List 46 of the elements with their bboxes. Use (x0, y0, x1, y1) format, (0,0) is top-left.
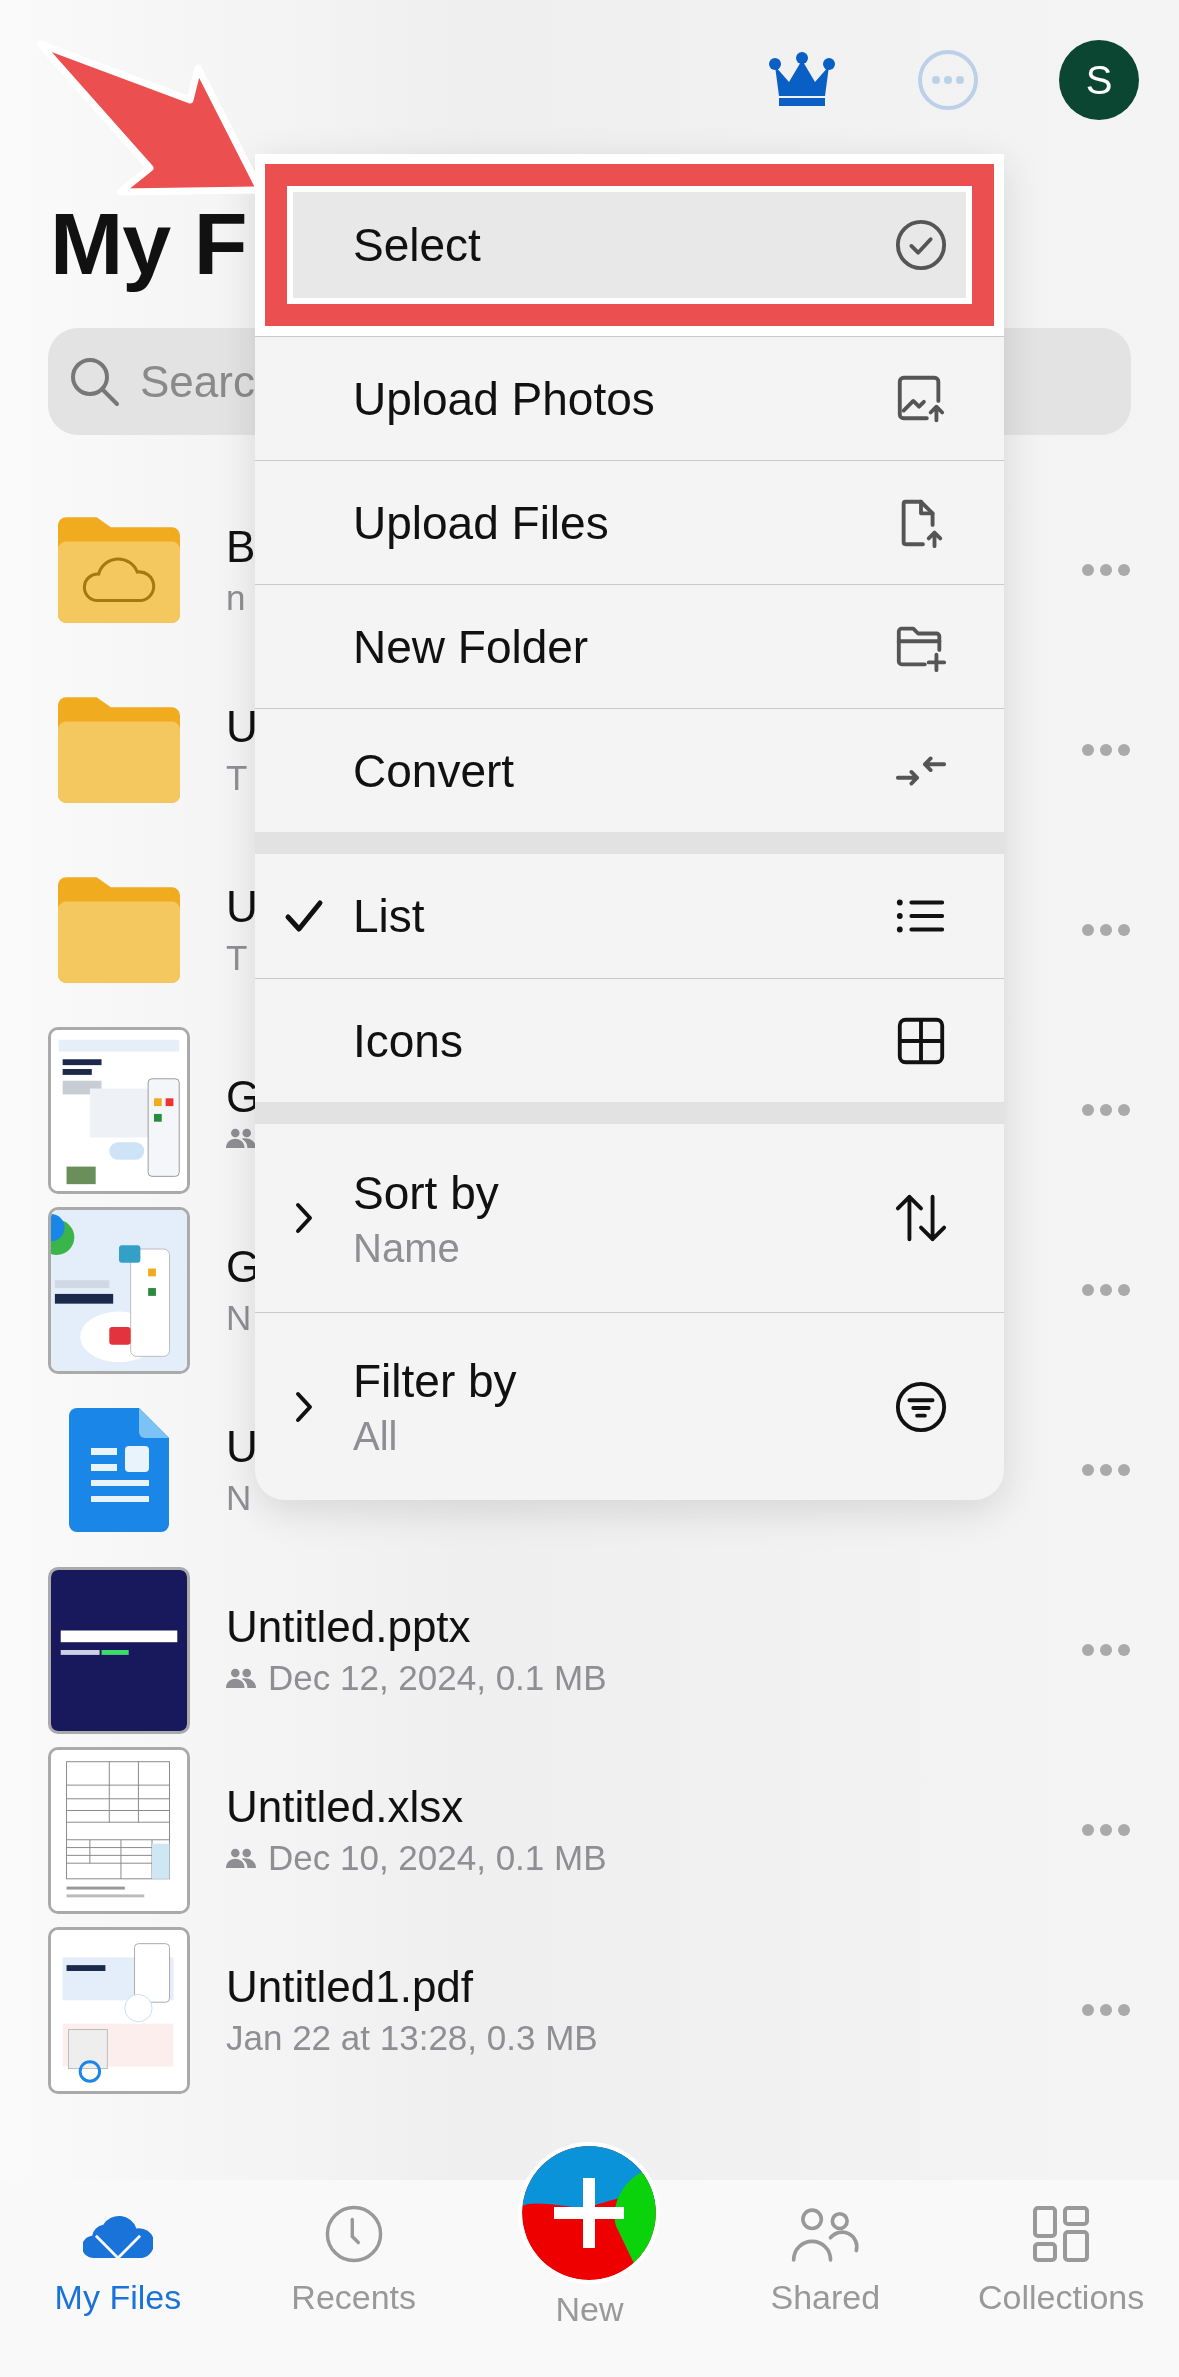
folder-icon (58, 877, 180, 983)
more-icon[interactable] (1081, 1643, 1131, 1657)
file-name[interactable]: U (226, 1422, 258, 1472)
file-name[interactable]: U (226, 702, 258, 752)
more-icon[interactable] (1081, 1823, 1131, 1837)
more-icon[interactable] (1081, 563, 1131, 577)
chevron-icon (295, 1202, 313, 1234)
chevron-icon (295, 1390, 313, 1423)
file-name[interactable]: Untitled1.pdf (226, 1962, 474, 2012)
check-circle-icon (894, 218, 948, 272)
file-details: N (226, 1298, 252, 1338)
file-details: T (226, 938, 248, 978)
avatar[interactable]: S (1059, 40, 1139, 120)
more-icon[interactable] (1081, 1103, 1131, 1117)
page-title: My F (50, 193, 247, 295)
more-icon[interactable] (1081, 1283, 1131, 1297)
more-icon[interactable] (1081, 2003, 1131, 2017)
more-icon[interactable] (1081, 1463, 1131, 1477)
file-details: T (226, 758, 248, 798)
more-icon[interactable] (1081, 743, 1131, 757)
menu-item[interactable]: Sort by Name (255, 1124, 1004, 1312)
menu-item[interactable]: List (255, 854, 1004, 978)
more-icon[interactable] (1081, 923, 1131, 937)
cloud-folder-icon (58, 517, 180, 623)
file-details: n (226, 578, 246, 618)
menu-item[interactable]: Upload Photos (255, 336, 1004, 460)
file-name[interactable]: Untitled.xlsx (226, 1782, 464, 1832)
menu-item[interactable]: Upload Files (255, 460, 1004, 584)
document-icon (69, 1408, 169, 1532)
file-details: N (226, 1478, 252, 1518)
folder-icon (58, 697, 180, 803)
menu-item[interactable]: Filter by All (255, 1312, 1004, 1500)
file-details: Dec 12, 2024, 0.1 MB (268, 1658, 607, 1698)
nav-tab[interactable]: My Files (0, 2180, 236, 2377)
menu-item[interactable]: New Folder (255, 584, 1004, 708)
file-name[interactable]: B (226, 522, 256, 572)
file-details: Dec 10, 2024, 0.1 MB (268, 1838, 607, 1878)
menu-item-value: All (353, 1414, 399, 1459)
menu-item[interactable]: Select (293, 192, 966, 298)
file-details: Jan 22 at 13:28, 0.3 MB (226, 2018, 598, 2058)
crown-icon[interactable] (767, 52, 837, 108)
filter-icon (894, 1379, 948, 1434)
menu-item-value: Name (353, 1225, 461, 1271)
file-name[interactable]: Untitled.pptx (226, 1602, 471, 1652)
file-name[interactable]: U (226, 882, 258, 932)
more-icon[interactable] (917, 49, 979, 111)
